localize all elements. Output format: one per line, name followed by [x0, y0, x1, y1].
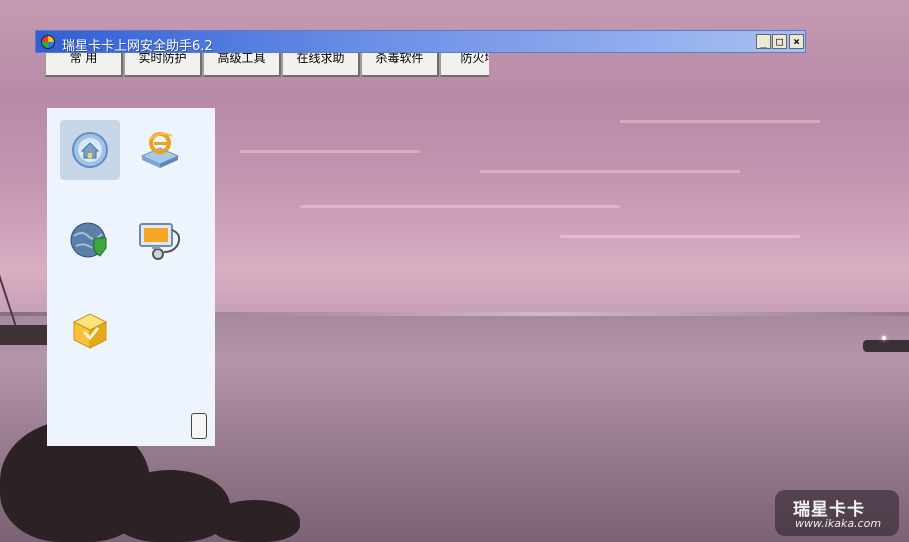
tab-label: 防火墙 [460, 53, 489, 65]
window-title: 瑞星卡卡上网安全助手6.2 [62, 39, 213, 54]
tab-advanced-tools[interactable]: 高级工具 [203, 53, 281, 77]
tool-internet-protection[interactable] [60, 210, 120, 270]
ie-repair-icon [140, 132, 180, 168]
tab-firewall[interactable]: 防火墙 [440, 53, 489, 77]
tab-label: 实时防护 [138, 53, 187, 65]
tools-panel [47, 108, 215, 446]
globe-shield-icon [70, 222, 107, 258]
tab-common[interactable]: 常 用 [45, 53, 123, 77]
gold-box-icon [72, 313, 108, 349]
tab-label: 常 用 [69, 53, 98, 65]
tab-realtime-protection[interactable]: 实时防护 [124, 53, 202, 77]
home-shield-icon [72, 132, 108, 168]
watermark-url: www.ikaka.com [795, 517, 882, 530]
system-diagnosis-icon [139, 223, 181, 260]
tab-label: 在线求助 [296, 53, 345, 65]
rising-app-icon [41, 35, 55, 49]
maximize-button[interactable]: □ [772, 34, 787, 49]
close-button[interactable]: × [789, 34, 804, 49]
tool-treasure-box[interactable] [60, 300, 120, 360]
window-titlebar[interactable]: 瑞星卡卡上网安全助手6.2 _ □ × [35, 30, 806, 54]
tab-online-help[interactable]: 在线求助 [282, 53, 360, 77]
ikaka-watermark: 瑞星卡卡 www.ikaka.com [775, 490, 899, 536]
panel-scroll-button[interactable] [191, 413, 207, 439]
minimize-button[interactable]: _ [756, 34, 771, 49]
tool-home-protection[interactable] [60, 120, 120, 180]
tab-bar: 常 用 实时防护 高级工具 在线求助 杀毒软件 防火墙 [45, 53, 489, 77]
tab-antivirus[interactable]: 杀毒软件 [361, 53, 439, 77]
tool-ie-repair[interactable] [130, 120, 190, 180]
tool-system-diagnosis[interactable] [130, 210, 190, 270]
tab-label: 高级工具 [217, 53, 266, 65]
tab-label: 杀毒软件 [375, 53, 424, 65]
